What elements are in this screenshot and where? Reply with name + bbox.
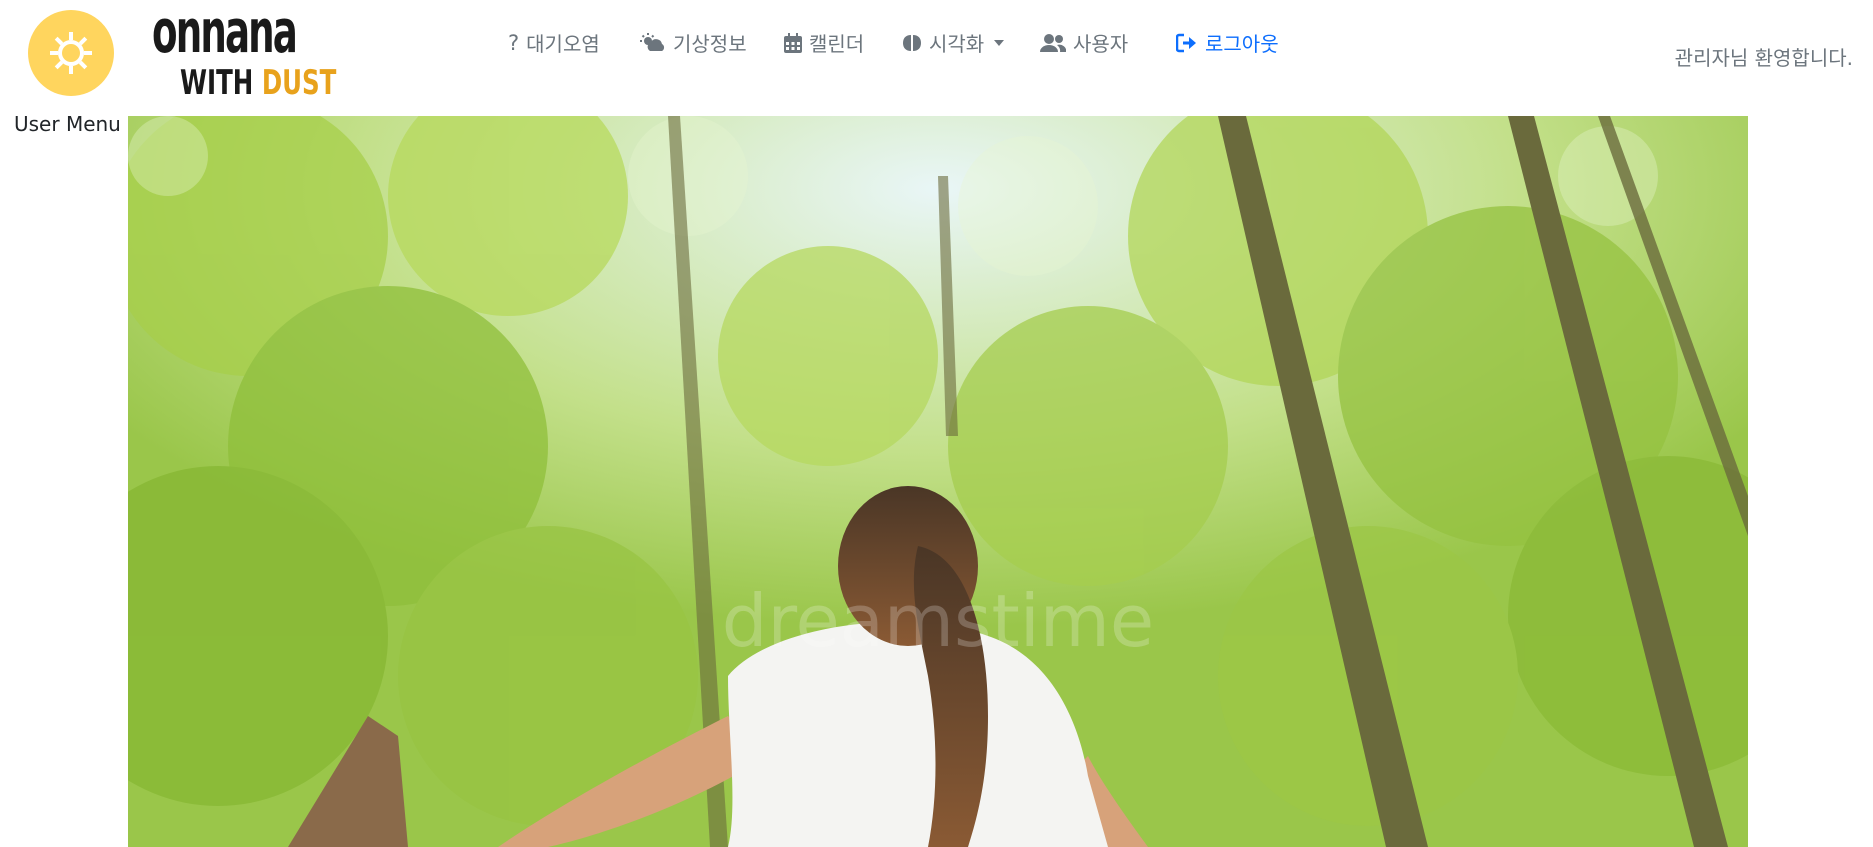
nav-item-label: 대기오염 — [526, 32, 600, 56]
cloud-sun-icon — [640, 32, 665, 51]
hero-image: dreamstime — [128, 116, 1748, 847]
sun-icon — [50, 32, 92, 74]
watermark-text: dreamstime — [722, 579, 1154, 663]
nav-item-logout[interactable]: 로그아웃 — [1176, 28, 1279, 57]
sign-out-icon — [1176, 33, 1196, 52]
nav-item-visualization[interactable]: 시각화 — [902, 28, 1005, 57]
calendar-icon — [784, 32, 802, 53]
user-menu-button[interactable] — [28, 10, 114, 96]
forest-scene: dreamstime — [128, 116, 1748, 847]
brand-line2: WITH DUST — [180, 66, 336, 100]
nav-item-label: 시각화 — [929, 32, 985, 56]
nav-item-air-pollution[interactable]: ? 대기오염 — [508, 28, 600, 57]
brand-with: WITH — [180, 63, 254, 103]
nav-item-label: 사용자 — [1073, 32, 1129, 56]
brand-line1: onnana — [152, 0, 298, 67]
users-icon — [1040, 33, 1066, 52]
nav-item-label: 로그아웃 — [1205, 32, 1279, 56]
brain-icon — [903, 34, 921, 51]
question-icon: ? — [508, 30, 520, 55]
nav-item-calendar[interactable]: 캘린더 — [784, 28, 864, 57]
nav-item-label: 기상정보 — [673, 32, 747, 56]
nav-item-label: 캘린더 — [809, 32, 865, 56]
welcome-message: 관리자님 환영합니다. — [1674, 46, 1853, 70]
user-menu-label: User Menu — [14, 112, 121, 136]
nav-item-users[interactable]: 사용자 — [1040, 28, 1128, 57]
brand-dust: DUST — [261, 63, 337, 103]
nav-item-weather[interactable]: 기상정보 — [640, 28, 747, 57]
chevron-down-icon — [994, 39, 1005, 46]
brand-logo[interactable]: onnana WITH DUST — [152, 2, 336, 100]
